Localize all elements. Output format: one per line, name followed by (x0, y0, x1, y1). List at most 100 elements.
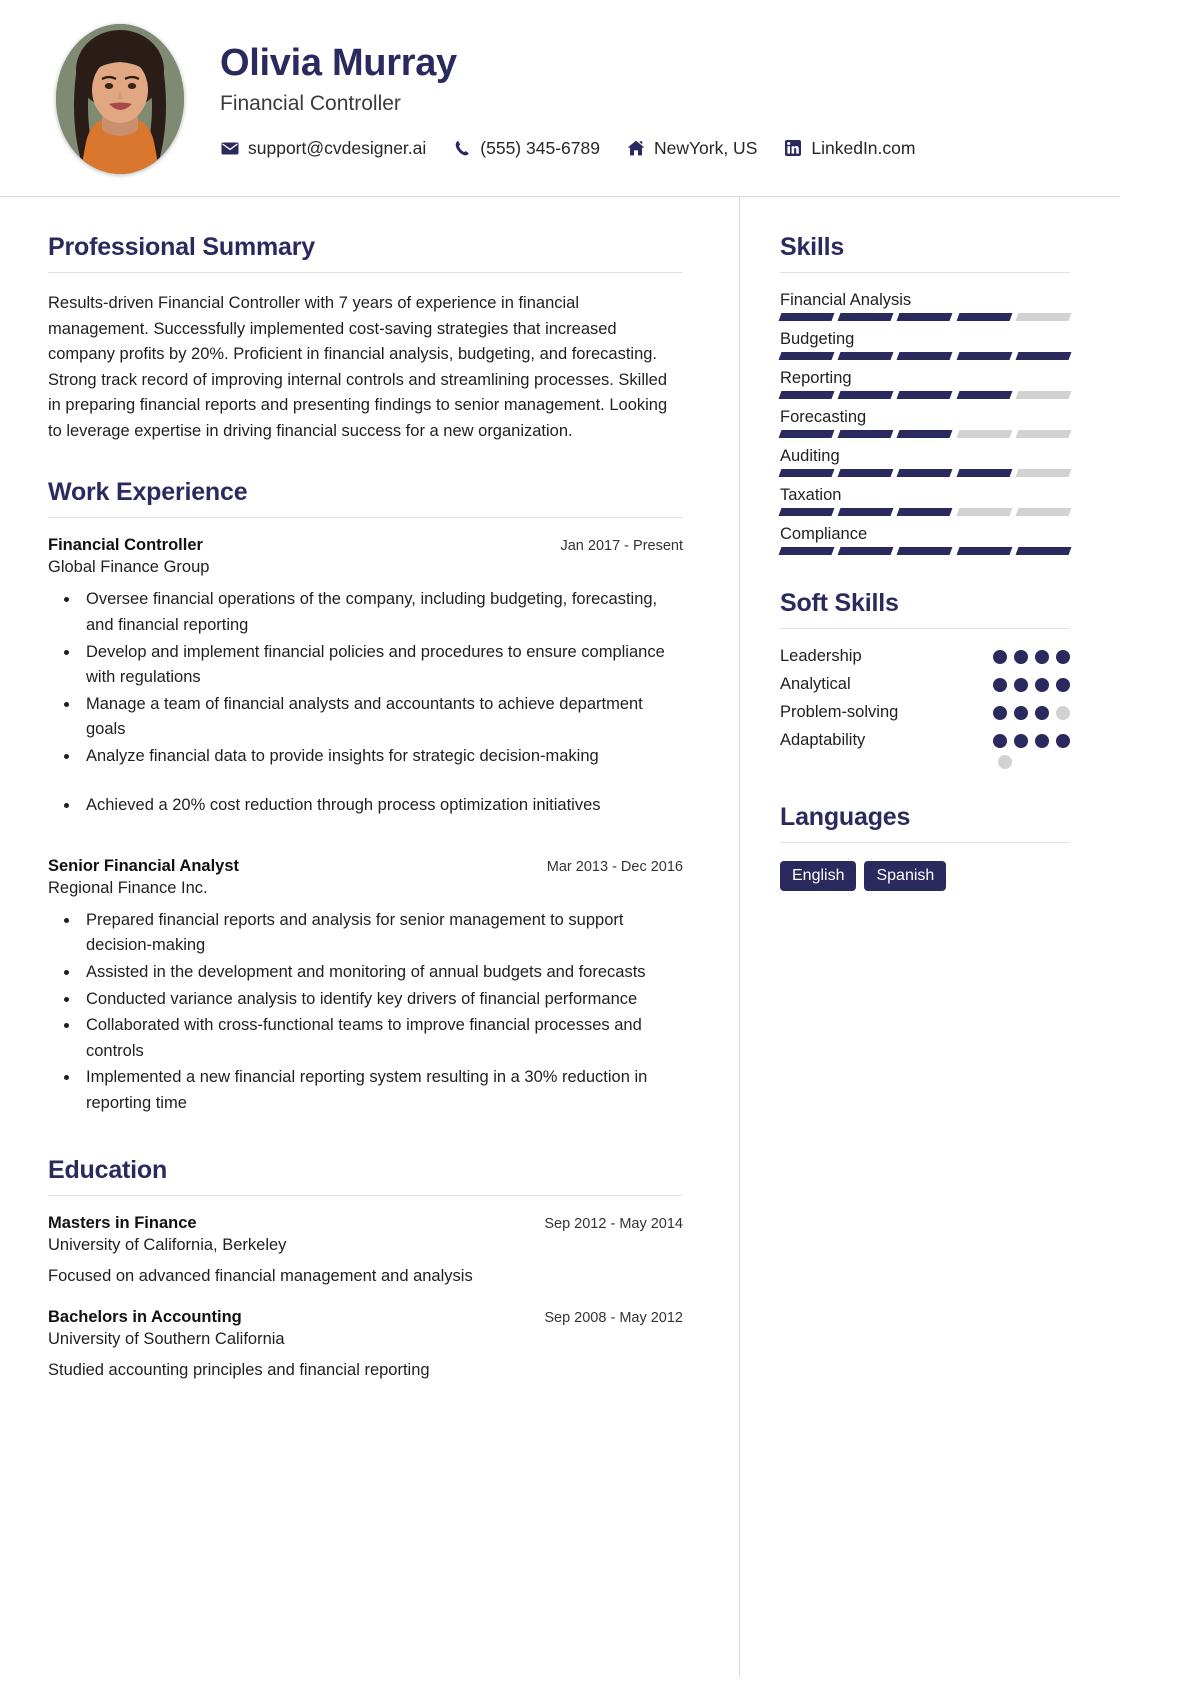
education-description: Studied accounting principles and financ… (48, 1361, 430, 1380)
skill-bar-segment (956, 508, 1013, 516)
contact-location[interactable]: NewYork, US (626, 138, 757, 159)
experience-entry-header: Financial Controller Jan 2017 - Present (48, 536, 683, 555)
skill-bar-segment (837, 547, 894, 555)
skill-bar-segment (896, 430, 954, 438)
section-education: Education Masters in Finance Sep 2012 - M… (48, 1156, 683, 1380)
soft-skill-name: Problem-solving (780, 703, 899, 721)
section-divider (48, 517, 683, 519)
contact-email-text: support@cvdesigner.ai (248, 137, 427, 158)
contact-email[interactable]: support@cvdesigner.ai (220, 138, 426, 159)
skill-bar-segment (778, 352, 835, 360)
contact-list: support@cvdesigner.ai (555) 345-6789 New… (220, 138, 1080, 159)
experience-entry: Financial Controller Jan 2017 - Present Gl… (48, 536, 683, 819)
skill-bar-segment (1015, 430, 1072, 438)
profile-photo-icon (56, 24, 184, 174)
soft-skill-row: Analytical (780, 675, 1070, 694)
soft-skill-dot (998, 755, 1012, 769)
section-languages: Languages English Spanish (780, 803, 1070, 892)
resume-page: Olivia Murray Financial Controller suppo… (0, 0, 1120, 1684)
experience-organization: Regional Finance Inc. (48, 878, 208, 897)
skill-name: Taxation (780, 486, 842, 504)
section-professional-summary: Professional Summary Results-driven Fina… (48, 233, 683, 444)
education-entry-header: Bachelors in Accounting Sep 2008 - May 20… (48, 1308, 683, 1327)
skill-bar-segment (837, 352, 894, 360)
education-school: University of Southern California (48, 1330, 285, 1349)
education-entry: Bachelors in Accounting Sep 2008 - May 20… (48, 1308, 683, 1380)
education-list: Masters in Finance Sep 2012 - May 2014 Uni… (48, 1214, 683, 1380)
language-tag: Spanish (864, 861, 947, 892)
soft-skill-dot-group (993, 677, 1070, 692)
section-heading-education: Education (48, 1156, 168, 1185)
resume-body: Professional Summary Results-driven Fina… (0, 197, 1120, 1677)
contact-linkedin[interactable]: LinkedIn.com (783, 138, 915, 159)
list-item: Develop and implement financial policies… (80, 640, 683, 691)
soft-skill-dot (1014, 705, 1028, 720)
soft-skill-row: Adaptability (780, 731, 1070, 750)
skill-bar-segment (778, 391, 835, 399)
skill-bar-segment (896, 313, 954, 321)
skill-level-bar (778, 352, 1072, 360)
soft-skill-dot (1056, 677, 1070, 692)
soft-skill-dot-group (993, 733, 1070, 748)
section-divider (780, 272, 1070, 273)
section-divider (48, 272, 683, 273)
education-degree: Masters in Finance (48, 1214, 197, 1233)
skill-row: Forecasting (778, 408, 1072, 438)
skill-bar-segment (956, 430, 1013, 438)
soft-skill-row: Problem-solving (780, 703, 1070, 722)
skill-name: Compliance (780, 525, 868, 543)
skill-bar-segment (1015, 391, 1072, 399)
soft-skill-dot (1035, 705, 1049, 720)
section-heading-skills: Skills (780, 233, 845, 261)
section-work-experience: Work Experience Financial Controller Jan … (48, 478, 683, 1116)
soft-skill-dot (1035, 733, 1049, 748)
experience-list: Financial Controller Jan 2017 - Present Gl… (48, 536, 683, 1116)
skills-list: Financial Analysis Budgeting Reporting Fore… (778, 291, 1072, 555)
skill-bar-segment (837, 469, 894, 477)
contact-phone[interactable]: (555) 345-6789 (452, 138, 600, 159)
phone-icon (452, 139, 472, 157)
education-date: Sep 2008 - May 2012 (544, 1310, 683, 1327)
main-column: Professional Summary Results-driven Fina… (0, 197, 740, 1677)
experience-date: Mar 2013 - Dec 2016 (546, 858, 683, 875)
soft-skill-name: Analytical (780, 675, 851, 693)
home-icon (626, 139, 646, 157)
resume-header: Olivia Murray Financial Controller suppo… (0, 0, 1120, 197)
skill-bar-segment (778, 547, 835, 555)
list-item: Oversee financial operations of the comp… (80, 587, 683, 638)
skill-bar-segment (956, 352, 1013, 360)
soft-skill-dot (1056, 733, 1070, 748)
skill-bar-segment (1015, 352, 1072, 360)
skill-name: Reporting (780, 369, 852, 387)
education-degree: Bachelors in Accounting (48, 1308, 242, 1327)
soft-skill-trailing-dot-row (780, 755, 1070, 769)
soft-skill-dot (993, 677, 1007, 692)
list-item: Assisted in the development and monitori… (80, 960, 683, 986)
skill-bar-segment (837, 508, 894, 516)
page-title: Olivia Murray (220, 42, 457, 85)
section-soft-skills: Soft Skills Leadership Analytical Problem-… (780, 589, 1070, 769)
skill-name: Financial Analysis (780, 291, 912, 309)
section-heading-summary: Professional Summary (48, 233, 315, 261)
skill-row: Financial Analysis (778, 291, 1072, 321)
soft-skill-dot (1035, 649, 1049, 664)
experience-organization: Global Finance Group (48, 558, 210, 577)
list-item: Implemented a new financial reporting sy… (80, 1065, 683, 1116)
list-item: Collaborated with cross-functional teams… (80, 1013, 683, 1064)
soft-skill-name: Adaptability (780, 731, 866, 749)
section-divider (48, 1195, 683, 1197)
list-item: Analyze financial data to provide insigh… (80, 744, 683, 770)
skill-row: Budgeting (778, 330, 1072, 360)
skill-bar-segment (956, 469, 1013, 477)
education-description: Focused on advanced financial management… (48, 1267, 473, 1286)
experience-role: Financial Controller (48, 536, 203, 555)
soft-skill-dot (1014, 677, 1028, 692)
soft-skill-name: Leadership (780, 647, 862, 665)
skill-name: Forecasting (780, 408, 867, 426)
skill-bar-segment (778, 313, 835, 321)
skill-row: Reporting (778, 369, 1072, 399)
education-entry-header: Masters in Finance Sep 2012 - May 2014 (48, 1214, 683, 1233)
skill-level-bar (778, 313, 1072, 321)
education-entry: Masters in Finance Sep 2012 - May 2014 Uni… (48, 1214, 683, 1286)
skill-bar-segment (778, 469, 835, 477)
